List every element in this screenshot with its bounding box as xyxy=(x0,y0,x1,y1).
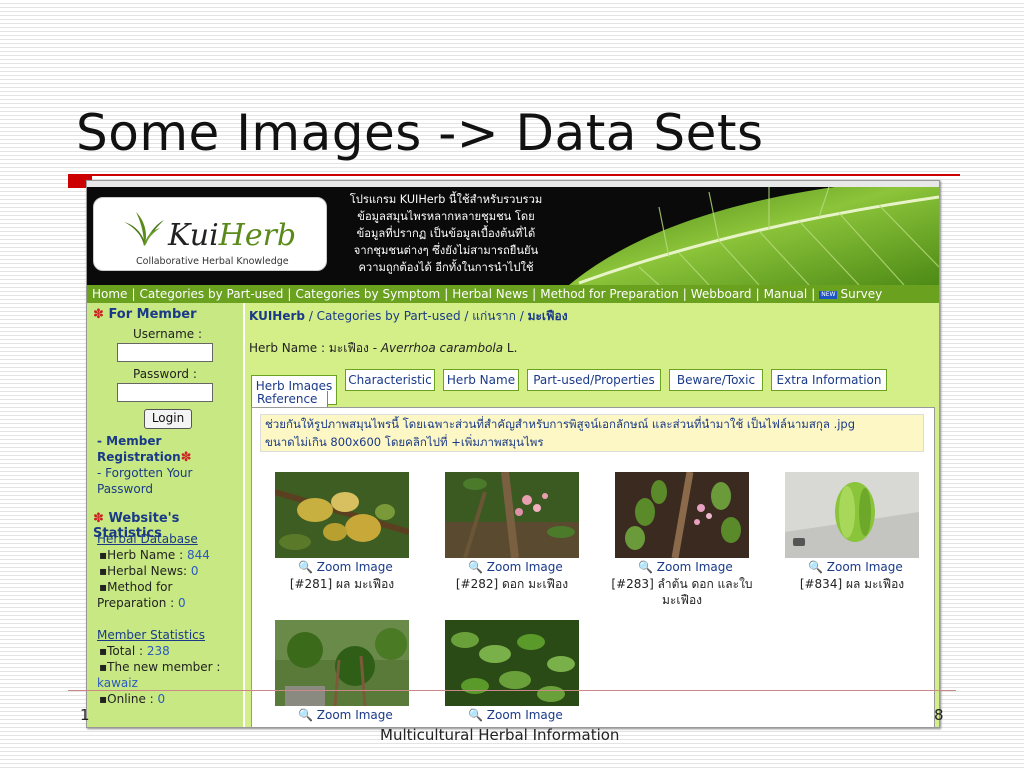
nav-home[interactable]: Home xyxy=(92,287,127,301)
banner-line: โปรแกรม KUIHerb นี้ใช้สำหรับรวบรวม xyxy=(349,193,543,206)
password-label: Password : xyxy=(133,367,197,381)
forgot-password-link[interactable]: - Forgotten Your Password xyxy=(97,465,192,497)
herb-photo-stem-flower-leaf[interactable] xyxy=(615,472,749,558)
flower-icon: ✽ xyxy=(93,511,104,526)
stat-new-member: ▪The new member : xyxy=(99,660,221,674)
herb-photo-garden[interactable] xyxy=(275,620,409,706)
nav-categories-symptom[interactable]: Categories by Symptom xyxy=(295,287,440,301)
tab-characteristic[interactable]: Characteristic xyxy=(345,369,435,391)
flower-icon: ✽ xyxy=(93,307,104,322)
slide-title: Some Images -> Data Sets xyxy=(76,104,764,162)
footer-date: 1 xyxy=(80,706,90,724)
password-input[interactable] xyxy=(117,383,213,402)
footer-title: Multicultural Herbal Information xyxy=(380,726,620,744)
stat-total: ▪Total : 238 xyxy=(99,644,170,658)
login-button[interactable]: Login xyxy=(144,409,192,429)
herb-photo-flower[interactable] xyxy=(445,472,579,558)
tab-reference[interactable]: Reference xyxy=(251,391,328,408)
image-caption: [#282] ดอก มะเฟือง xyxy=(455,577,569,591)
banner-line: ข้อมูลที่ปรากฏ เป็นข้อมูลเบื้องต้นที่ได้ xyxy=(356,227,536,240)
image-caption: [#283] ลำต้น ดอก และใบ มะเฟือง xyxy=(611,577,753,607)
footer-line xyxy=(68,690,956,691)
upload-note: ช่วยกันให้รูปภาพสมุนไพรนี้ โดยเฉพาะส่วนท… xyxy=(260,414,924,452)
stat-herbal-news: ▪Herbal News: 0 xyxy=(99,564,199,578)
site-logo[interactable]: KuiHerb Collaborative Herbal Knowledge xyxy=(93,197,327,271)
slide-number: 8 xyxy=(934,706,944,724)
username-input[interactable] xyxy=(117,343,213,362)
flower-icon: ✽ xyxy=(180,450,192,465)
member-registration-link[interactable]: - Member Registration✽ xyxy=(97,433,192,466)
logo-text-green: Herb xyxy=(218,218,297,253)
herb-photo-fruit[interactable] xyxy=(785,472,919,558)
herb-photo-leaves[interactable] xyxy=(445,620,579,706)
new-member-value[interactable]: kawaiz xyxy=(97,676,138,690)
member-statistics-heading[interactable]: Member Statistics xyxy=(97,628,205,642)
nav-categories-part-used[interactable]: Categories by Part-used xyxy=(139,287,283,301)
zoom-image-link[interactable]: 🔍 Zoom Image xyxy=(808,560,903,574)
nav-herbal-news[interactable]: Herbal News xyxy=(452,287,528,301)
magnifier-icon: 🔍 xyxy=(298,560,313,574)
zoom-image-link[interactable]: 🔍 Zoom Image xyxy=(638,560,733,574)
magnifier-icon: 🔍 xyxy=(468,560,483,574)
tab-part-used-properties[interactable]: Part-used/Properties xyxy=(527,369,661,391)
nav-method-preparation[interactable]: Method for Preparation xyxy=(540,287,678,301)
banner-notice: โปรแกรม KUIHerb นี้ใช้สำหรับรวบรวม ข้อมู… xyxy=(331,191,561,276)
herbal-database-heading[interactable]: Herbal Database xyxy=(97,532,198,546)
title-underline xyxy=(92,174,960,176)
zoom-image-link[interactable]: 🔍 Zoom Image xyxy=(298,560,393,574)
banner-line: ความถูกต้องได้ อีกทั้งในการนำไปใช้ xyxy=(358,261,534,274)
breadcrumb-site[interactable]: KUIHerb xyxy=(249,309,305,323)
leaf-logo-icon xyxy=(124,212,164,246)
stat-herb-name: ▪Herb Name : 844 xyxy=(99,548,210,562)
herb-latin-name: Averrhoa carambola xyxy=(380,341,504,355)
forgot-line2: Password xyxy=(97,482,154,496)
zoom-image-link[interactable]: 🔍 Zoom Image xyxy=(468,708,563,722)
image-caption: [#281] ผล มะเฟือง xyxy=(289,577,395,591)
username-label: Username : xyxy=(133,327,203,341)
herb-photo-fruit-tree[interactable] xyxy=(275,472,409,558)
breadcrumb-category[interactable]: Categories by Part-used xyxy=(317,309,461,323)
zoom-image-link[interactable]: 🔍 Zoom Image xyxy=(298,708,393,722)
images-panel: ช่วยกันให้รูปภาพสมุนไพรนี้ โดยเฉพาะส่วนท… xyxy=(251,407,935,727)
note-line1: ช่วยกันให้รูปภาพสมุนไพรนี้ โดยเฉพาะส่วนท… xyxy=(265,417,856,431)
breadcrumb-current: มะเฟือง xyxy=(527,309,568,323)
tab-herb-name[interactable]: Herb Name xyxy=(443,369,519,391)
stat-method-label: ▪Method for xyxy=(99,580,173,594)
website-screenshot: KuiHerb Collaborative Herbal Knowledge โ… xyxy=(86,180,940,728)
registration-link-text: Registration xyxy=(97,450,181,464)
site-banner: KuiHerb Collaborative Herbal Knowledge โ… xyxy=(87,187,939,285)
banner-line: ข้อมูลสมุนไพรหลากหลายชุมชน โดย xyxy=(357,210,535,223)
magnifier-icon: 🔍 xyxy=(638,560,653,574)
herb-name-line: Herb Name : มะเฟือง - Averrhoa carambola… xyxy=(249,341,518,355)
member-heading: For Member xyxy=(108,307,197,322)
stat-method-preparation: Preparation : 0 xyxy=(97,596,186,610)
new-badge-icon: NEW xyxy=(819,290,838,299)
magnifier-icon: 🔍 xyxy=(468,708,483,722)
banner-line: จากชุมชนต่างๆ ซึ่งยังไม่สามารถยืนยัน xyxy=(353,244,539,257)
nav-webboard[interactable]: Webboard xyxy=(691,287,752,301)
tab-beware-toxic[interactable]: Beware/Toxic xyxy=(669,369,763,391)
stat-online: ▪Online : 0 xyxy=(99,692,166,706)
main-content: KUIHerb / Categories by Part-used / แก่น… xyxy=(247,303,939,727)
tab-extra-information[interactable]: Extra Information xyxy=(771,369,887,391)
logo-text-main: Kui xyxy=(168,218,219,253)
top-navigation: Home | Categories by Part-used | Categories … xyxy=(87,285,939,303)
member-link-text: - Member xyxy=(97,434,162,448)
nav-manual[interactable]: Manual xyxy=(764,287,808,301)
magnifier-icon: 🔍 xyxy=(298,708,313,722)
magnifier-icon: 🔍 xyxy=(808,560,823,574)
forgot-line1: - Forgotten Your xyxy=(97,466,193,480)
image-caption: [#834] ผล มะเฟือง xyxy=(799,577,905,591)
nav-survey[interactable]: Survey xyxy=(840,287,882,301)
breadcrumb-sub[interactable]: แก่นราก xyxy=(472,309,516,323)
breadcrumb: KUIHerb / Categories by Part-used / แก่น… xyxy=(249,309,568,323)
zoom-image-link[interactable]: 🔍 Zoom Image xyxy=(468,560,563,574)
sidebar: ✽ For Member Username : Password : Login… xyxy=(87,303,245,727)
note-line2: ขนาดไม่เกิน 800x600 โดยคลิกไปที่ +เพิ่มภ… xyxy=(265,435,544,449)
banner-leaf-image xyxy=(559,187,939,285)
logo-subtitle: Collaborative Herbal Knowledge xyxy=(136,256,289,267)
